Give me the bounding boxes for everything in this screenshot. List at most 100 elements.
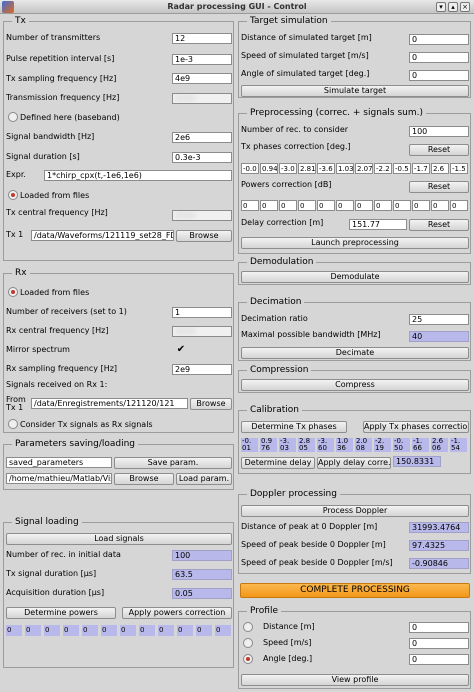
tx1-path-input[interactable]: /data/Waveforms/121119_set28_FD: [31, 230, 174, 241]
peak-speed-ms-label: Speed of peak beside 0 Doppler [m/s]: [241, 558, 393, 567]
params-path-input[interactable]: /home/mathieu/Matlab/Vis: [6, 473, 112, 484]
phase-cell[interactable]: 2.6: [431, 163, 449, 174]
loaded-radio[interactable]: [8, 190, 18, 200]
preproc-nrec-input[interactable]: 100: [409, 126, 469, 137]
bw-input[interactable]: 2e6: [172, 132, 232, 143]
apply-phases-button[interactable]: Apply Tx phases correction: [363, 421, 469, 433]
phase-cell[interactable]: -1.5: [450, 163, 468, 174]
peak-speed-ms-value: -0.90846: [409, 558, 469, 569]
power-correction-cell[interactable]: 0: [336, 200, 354, 211]
demod-panel: Demodulation Demodulate: [238, 256, 471, 285]
rx-loaded-radio[interactable]: [8, 287, 18, 297]
phase-cell[interactable]: 0.94: [260, 163, 278, 174]
expr-input[interactable]: 1*chirp_cpx(t,-1e6,1e6): [44, 170, 232, 181]
dur-input[interactable]: 0.3e-3: [172, 152, 232, 163]
determine-delay-button[interactable]: Determine delay: [241, 457, 315, 469]
apply-powers-button[interactable]: Apply powers correction: [122, 607, 232, 619]
phase-cell[interactable]: 1.03: [336, 163, 354, 174]
target-angle-input[interactable]: 0: [409, 70, 469, 81]
from-tx1-label: From Tx 1: [6, 395, 26, 412]
mirror-checkbox[interactable]: ✔: [176, 345, 186, 355]
view-profile-button[interactable]: View profile: [241, 674, 469, 686]
power-correction-cell[interactable]: 0: [279, 200, 297, 211]
defined-here-radio[interactable]: [8, 112, 18, 122]
phase-cell[interactable]: -0.5: [393, 163, 411, 174]
decim-ratio-input[interactable]: 25: [409, 314, 469, 325]
target-speed-input[interactable]: 0: [409, 52, 469, 63]
num-tx-input[interactable]: 12: [172, 33, 232, 44]
tx-duration-label: Tx signal duration [µs]: [6, 569, 97, 578]
compress-panel: Compression Compress: [238, 364, 471, 393]
profile-distance-input[interactable]: 0: [409, 622, 469, 633]
profile-speed-radio[interactable]: [243, 638, 253, 648]
reset-delay-button[interactable]: Reset: [409, 219, 469, 231]
delay-correction-input[interactable]: 151.77: [349, 219, 407, 230]
power-correction-cell[interactable]: 0: [241, 200, 259, 211]
power-correction-cell[interactable]: 0: [412, 200, 430, 211]
power-correction-cell[interactable]: 0: [393, 200, 411, 211]
tx-fs-input[interactable]: 4e9: [172, 73, 232, 84]
profile-angle-radio[interactable]: [243, 654, 253, 664]
complete-processing-button[interactable]: COMPLETE PROCESSING: [240, 583, 470, 598]
phase-cell[interactable]: -2.2: [374, 163, 392, 174]
apply-delay-button[interactable]: Apply delay corre...: [317, 457, 391, 469]
load-signals-button[interactable]: Load signals: [6, 533, 232, 545]
consider-tx-label: Consider Tx signals as Rx signals: [20, 420, 153, 429]
power-correction-cell[interactable]: 0: [355, 200, 373, 211]
tx-fc-input[interactable]: 0000: [172, 210, 232, 221]
ftx-input[interactable]: 0000: [172, 93, 232, 104]
simulate-target-button[interactable]: Simulate target: [241, 85, 469, 97]
preproc-panel-title: Preprocessing (correc. + signals sum.): [247, 107, 426, 119]
delay-correction-label: Delay correction [m]: [241, 218, 324, 227]
power-correction-cell[interactable]: 0: [298, 200, 316, 211]
rx-path-input[interactable]: /data/Enregistrements/121120/121: [31, 398, 188, 409]
determine-phases-button[interactable]: Determine Tx phases: [241, 421, 347, 433]
demodulate-button[interactable]: Demodulate: [241, 271, 469, 283]
reset-phases-button[interactable]: Reset: [409, 144, 469, 156]
reset-powers-button[interactable]: Reset: [409, 181, 469, 193]
phase-cell[interactable]: -3.0: [279, 163, 297, 174]
close-icon[interactable]: ×: [460, 2, 470, 12]
target-dist-input[interactable]: 0: [409, 34, 469, 45]
decimate-button[interactable]: Decimate: [241, 347, 469, 359]
calib-phase-part: 08: [356, 444, 365, 452]
process-doppler-button[interactable]: Process Doppler: [241, 505, 469, 517]
maximize-icon[interactable]: ▴: [448, 2, 458, 12]
target-panel: Target simulation Distance of simulated …: [238, 15, 471, 98]
profile-distance-radio[interactable]: [243, 622, 253, 632]
load-params-button[interactable]: Load param.: [176, 473, 232, 485]
decim-panel: Decimation Decimation ratio 25 Maximal p…: [238, 296, 471, 361]
target-panel-title: Target simulation: [247, 15, 331, 27]
power-correction-cell[interactable]: 0: [374, 200, 392, 211]
tx-browse-button[interactable]: Browse: [176, 230, 232, 242]
rx-browse-button[interactable]: Browse: [190, 398, 232, 410]
consider-tx-radio[interactable]: [8, 419, 18, 429]
power-correction-cell[interactable]: 0: [260, 200, 278, 211]
rx-fs-input[interactable]: 2e9: [172, 364, 232, 375]
compress-button[interactable]: Compress: [241, 379, 469, 391]
phase-cell[interactable]: -0.0: [241, 163, 259, 174]
calib-phase-cell: -3. 60: [317, 438, 334, 452]
power-correction-cell[interactable]: 0: [431, 200, 449, 211]
profile-speed-input[interactable]: 0: [409, 638, 469, 649]
pri-input[interactable]: 1e-3: [172, 54, 232, 65]
mirror-label: Mirror spectrum: [6, 345, 70, 354]
power-correction-cell[interactable]: 0: [450, 200, 468, 211]
minimize-icon[interactable]: ▾: [436, 2, 446, 12]
power-correction-cell[interactable]: 0: [317, 200, 335, 211]
params-browse-button[interactable]: Browse: [114, 473, 174, 485]
save-params-button[interactable]: Save param.: [114, 457, 232, 469]
phase-cell[interactable]: 2.07: [355, 163, 373, 174]
peak-speed-value: 97.4325: [409, 540, 469, 551]
phase-cell[interactable]: -1.7: [412, 163, 430, 174]
phase-cell[interactable]: -3.6: [317, 163, 335, 174]
profile-angle-input[interactable]: 0: [409, 654, 469, 665]
phase-cell[interactable]: 2.81: [298, 163, 316, 174]
power-value-cell: 0: [6, 625, 22, 636]
params-name-input[interactable]: saved_parameters: [6, 457, 112, 468]
peak-distance-label: Distance of peak at 0 Doppler [m]: [241, 522, 378, 531]
launch-preprocessing-button[interactable]: Launch preprocessing: [241, 237, 469, 249]
determine-powers-button[interactable]: Determine powers: [6, 607, 116, 619]
rx-fc-input[interactable]: 0000: [172, 326, 232, 337]
num-rx-input[interactable]: 1: [172, 307, 232, 318]
